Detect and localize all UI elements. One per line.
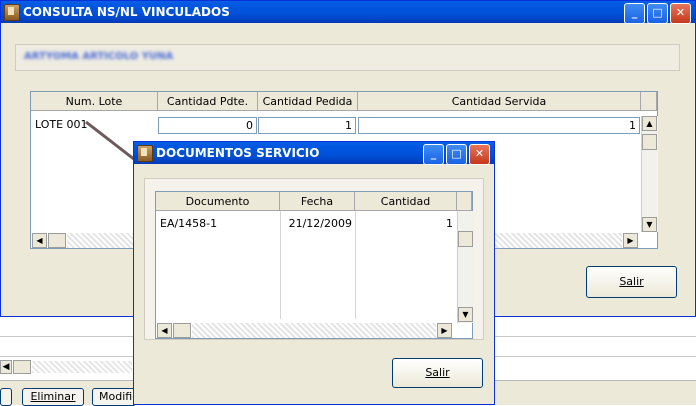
modify-button-label: Modific [99, 390, 136, 403]
popup-minimize-icon[interactable]: _ [423, 144, 444, 165]
hscroll-thumb[interactable] [48, 233, 66, 248]
background-scroll-track[interactable] [32, 361, 132, 373]
background-toolbar-button[interactable] [0, 388, 12, 406]
popup-exit-button[interactable]: Salir [392, 358, 483, 388]
documents-grid: Documento Fecha Cantidad EA/1458-1 21/12… [155, 191, 474, 339]
doc-hscroll-thumb[interactable] [173, 323, 191, 338]
cell-cantidad[interactable]: 1 [355, 216, 456, 233]
documents-vertical-scrollbar[interactable]: ▼ [457, 211, 474, 323]
doc-scroll-thumb[interactable] [458, 231, 473, 247]
scroll-up-icon[interactable]: ▲ [642, 116, 657, 131]
main-exit-button[interactable]: Salir [586, 266, 677, 298]
popup-exit-label: Salir [425, 366, 450, 379]
main-exit-label: Salir [619, 275, 644, 288]
popup-maximize-icon[interactable]: □ [446, 144, 467, 165]
doc-scroll-left-icon[interactable]: ◀ [157, 323, 172, 338]
column-header-servida[interactable]: Cantidad Servida [358, 92, 641, 111]
popup-window-title: DOCUMENTOS SERVICIO [156, 146, 320, 160]
modify-button[interactable]: Modific [92, 388, 136, 406]
popup-close-icon[interactable]: ✕ [469, 144, 490, 165]
article-panel: ARTYOMA ARTICOLO YUNA [15, 44, 680, 71]
scroll-right-icon[interactable]: ▶ [623, 233, 638, 248]
delete-button-label: Eliminar [30, 390, 76, 403]
doc-scroll-down-icon[interactable]: ▼ [458, 307, 473, 322]
column-header-cantidad[interactable]: Cantidad [355, 192, 457, 211]
popup-app-icon [137, 145, 153, 162]
background-scroll-left-button[interactable]: ◀ [0, 360, 12, 374]
delete-button[interactable]: Eliminar [22, 388, 84, 406]
documents-horizontal-track[interactable] [192, 323, 436, 338]
lots-vertical-scrollbar[interactable]: ▲ ▼ [641, 116, 658, 232]
column-header-filler [457, 192, 472, 211]
background-scroll-thumb[interactable] [13, 360, 31, 374]
article-label: ARTYOMA ARTICOLO YUNA [24, 51, 174, 62]
column-header-fecha[interactable]: Fecha [280, 192, 355, 211]
cell-fecha[interactable]: 21/12/2009 [280, 216, 355, 233]
maximize-icon[interactable]: □ [647, 3, 668, 24]
minimize-icon[interactable]: _ [624, 3, 645, 24]
popup-title-bar[interactable]: DOCUMENTOS SERVICIO _ □ ✕ [134, 142, 494, 165]
app-icon [4, 4, 20, 21]
scroll-down-icon[interactable]: ▼ [642, 217, 657, 232]
close-icon[interactable]: ✕ [670, 3, 691, 24]
cell-documento[interactable]: EA/1458-1 [157, 216, 279, 233]
scroll-thumb[interactable] [642, 134, 657, 150]
main-window-title: CONSULTA NS/NL VINCULADOS [23, 5, 230, 19]
column-header-pedida[interactable]: Cantidad Pedida [258, 92, 358, 111]
column-header-lote[interactable]: Num. Lote [31, 92, 158, 111]
column-header-filler [641, 92, 657, 111]
main-title-bar[interactable]: CONSULTA NS/NL VINCULADOS _ □ ✕ [1, 1, 695, 24]
cell-pedida[interactable]: 1 [258, 117, 356, 134]
column-header-documento[interactable]: Documento [156, 192, 280, 211]
cell-servida[interactable]: 1 [358, 117, 640, 134]
doc-scroll-right-icon[interactable]: ▶ [437, 323, 452, 338]
scroll-left-icon[interactable]: ◀ [32, 233, 47, 248]
column-header-pdte[interactable]: Cantidad Pdte. [158, 92, 258, 111]
